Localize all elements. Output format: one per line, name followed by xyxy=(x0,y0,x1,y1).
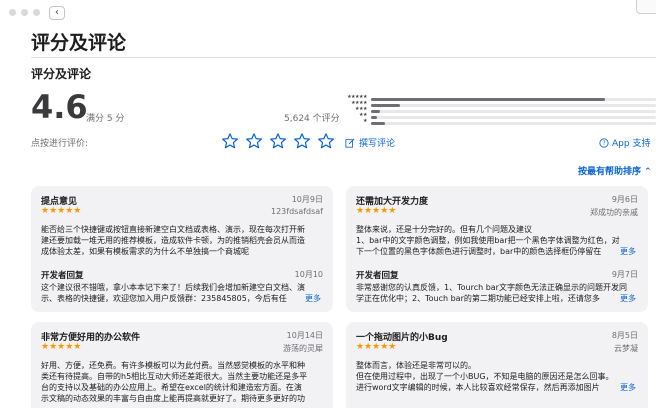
svg-text:?: ? xyxy=(602,141,605,147)
developer-response-line: 示、表格的快捷键，欢迎您加入用户反馈群：235845805，今后有任 xyxy=(41,294,287,303)
review-body-line: 示文稿的动态效果的丰富与自由度上能再提高就更好了。期待更多更好的功 xyxy=(41,394,305,403)
more-link[interactable]: 更多 xyxy=(618,382,636,393)
review-body-line: 成体验太差，如果有模板需求的为什么不单独搞一个商城呢 xyxy=(41,247,249,256)
histogram-fill xyxy=(371,116,377,119)
sort-dropdown[interactable]: 按最有帮助排序 ⌃ xyxy=(578,164,652,177)
review-date: 10月14日 xyxy=(286,331,323,340)
review-card: 还需加大开发力度 9月6日 ★★★★★ 郑成功的亲戚 整体来说，还是十分完好的。… xyxy=(346,186,648,312)
close-window-button[interactable] xyxy=(9,9,16,16)
histogram-track xyxy=(371,110,656,113)
review-author: 郑成功的亲戚 xyxy=(590,208,638,217)
review-body-line: 台的支持以及基础的办公应用上。希望在excel的统计和建造宏方面。在演 xyxy=(41,383,302,392)
review-stars: ★★★★★ xyxy=(41,206,82,216)
review-date: 9月6日 xyxy=(611,195,638,204)
review-stars: ★★★★★ xyxy=(41,342,82,352)
tap-to-rate-stars xyxy=(221,132,335,150)
toolbar-edge xyxy=(636,0,656,14)
review-body-line: 1、bar中的文字颜色调整，例如我使用bar把一个黑色字体调整为红色，对 xyxy=(356,236,620,245)
review-author: 游荡的灵犀 xyxy=(283,344,323,353)
histogram-track xyxy=(371,122,656,125)
rating-histogram: ★★★★★ ★★★★ ★★★ ★★ ★ xyxy=(344,94,656,126)
write-review-link[interactable]: 撰写评论 xyxy=(345,136,395,149)
star-outline-icon[interactable] xyxy=(269,132,287,150)
star-outline-icon[interactable] xyxy=(317,132,335,150)
star-outline-icon[interactable] xyxy=(245,132,263,150)
compose-icon xyxy=(345,137,355,148)
star-outline-icon[interactable] xyxy=(221,132,239,150)
review-body-line: 整体来说，还是十分完好的。但有几个问题及建议 xyxy=(356,225,532,234)
review-card: 一个拖动图片的小Bug 8月5日 ★★★★★ 云梦凝 整体而言，体验还是非常可以… xyxy=(346,322,648,408)
more-link[interactable]: 更多 xyxy=(303,293,321,304)
zoom-window-button[interactable] xyxy=(33,9,40,16)
review-body-line: 整体而言，体验还是非常可以的。 xyxy=(356,361,476,370)
histogram-track xyxy=(371,116,656,119)
review-card: 非常方便好用的办公软件 10月14日 ★★★★★ 游荡的灵犀 好用、方便，还免费… xyxy=(31,322,333,408)
app-support-link[interactable]: ? App 支持 xyxy=(599,136,650,149)
review-body-line: 类还有待提高。自带的h5相比互动大师还差距很大。当然主要功能还是多平 xyxy=(41,372,308,381)
rating-scale-label: 满分 5 分 xyxy=(86,114,125,124)
page-title: 评分及评论 xyxy=(31,32,127,54)
developer-response-line: 非常感谢您的认真反馈，1、Tourch bar文字颜色无法正确显示的问题开发同 xyxy=(356,283,627,292)
review-author: 云梦凝 xyxy=(614,344,638,353)
review-stars: ★★★★★ xyxy=(356,342,397,352)
star-outline-icon[interactable] xyxy=(293,132,311,150)
window-titlebar: ‹ xyxy=(0,0,656,22)
tap-to-rate-label: 点按进行评价: xyxy=(31,139,89,149)
review-card: 提点意见 10月9日 ★★★★★ 123fdsafdsaf 能否给三个快捷键或按… xyxy=(31,186,333,312)
review-body-line: 下一个位置的黑色字体颜色进行调整时，bar中的颜色选择框仍停留在 xyxy=(356,247,602,256)
back-button[interactable]: ‹ xyxy=(49,6,65,20)
developer-response-line: 这个建议很不错哦，拿小本本记下来了！后续我们会增加新建空白文档、演 xyxy=(41,283,305,292)
more-link[interactable]: 更多 xyxy=(618,246,636,257)
histogram-fill xyxy=(371,122,386,125)
developer-response-line: 学正在优化中；2、Touch bar的第二期功能已经安排上啦，还请您多 xyxy=(356,294,600,303)
developer-response-date: 10月10 xyxy=(294,270,323,279)
histogram-track xyxy=(371,98,656,101)
question-circle-icon: ? xyxy=(599,137,609,148)
minimize-window-button[interactable] xyxy=(21,9,28,16)
review-author: 123fdsafdsaf xyxy=(270,207,323,216)
average-rating: 4.6 xyxy=(31,88,88,126)
divider xyxy=(31,57,656,58)
review-body-line: 但在使用过程中，出现了一个小BUG，不知是电脑的原因还是怎么回事。 xyxy=(356,372,614,381)
histogram-row-1: ★ xyxy=(344,118,656,126)
developer-response-title: 开发者回复 xyxy=(41,271,84,281)
review-body-line: 进行word文字编辑的时候，本人比较喜欢经常保存，然后再添加图片 xyxy=(356,383,600,392)
histogram-fill xyxy=(371,98,605,101)
rating-count: 5,624 个评分 xyxy=(284,114,340,124)
section-title: 评分及评论 xyxy=(31,67,92,81)
review-stars: ★★★★★ xyxy=(356,206,397,216)
sort-label: 按最有帮助排序 xyxy=(578,167,642,177)
review-date: 8月5日 xyxy=(611,331,638,340)
histogram-fill xyxy=(371,104,400,107)
developer-response-title: 开发者回复 xyxy=(356,271,399,281)
histogram-fill xyxy=(371,110,380,113)
star-icon-row: ★ xyxy=(363,118,367,124)
review-body-line: 能否给三个快捷键或按钮直接新建空白文档或表格、演示，现在每次打开新 xyxy=(41,225,305,234)
review-body-line: 建还要加载一堆无用的推荐模板，造成软件卡顿，为的推销稻壳会员从而造 xyxy=(41,236,305,245)
review-date: 10月9日 xyxy=(291,195,323,204)
app-support-label: App 支持 xyxy=(612,139,651,149)
review-body-line: 好用、方便，还免费。有许多模板可以为此付费。当然感觉模板的水平和种 xyxy=(41,361,305,370)
chevron-updown-icon: ⌃ xyxy=(644,167,652,177)
more-link[interactable]: 更多 xyxy=(618,293,636,304)
write-review-label: 撰写评论 xyxy=(359,139,396,149)
histogram-track xyxy=(371,104,656,107)
developer-response-date: 9月7日 xyxy=(611,270,638,279)
